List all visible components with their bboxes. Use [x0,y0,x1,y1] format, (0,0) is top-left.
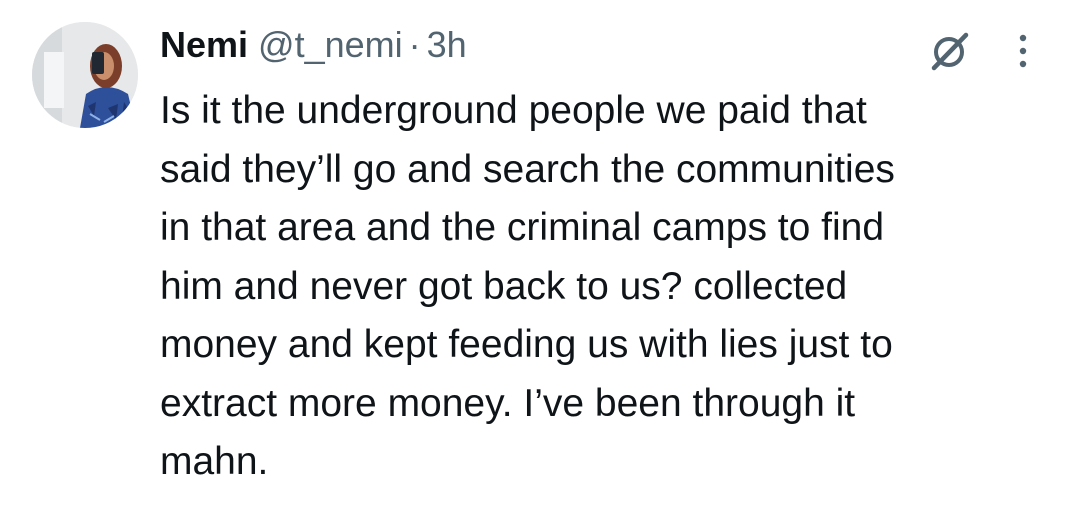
author-name[interactable]: Nemi [160,24,248,66]
tweet-header: Nemi @t_nemi · 3h [160,24,467,74]
tweet-text-line: in that area and the criminal camps to f… [160,206,885,249]
separator-dot: · [408,24,421,65]
tweet-text-line: mahn. [160,440,269,483]
tweet-text: Is it the underground people we paid tha… [160,82,1060,492]
avatar-photo [32,22,138,128]
more-options-icon[interactable] [1008,28,1038,74]
tweet-text-line: extract more money. I’ve been through it [160,381,856,425]
tweet-text-line: money and kept feeding us with lies just… [160,323,893,366]
timestamp[interactable]: 3h [427,24,467,66]
tweet-text-line: Is it the underground people we paid tha… [160,89,867,132]
avatar[interactable] [32,22,138,128]
grok-icon[interactable] [926,28,972,74]
author-handle[interactable]: @t_nemi [258,24,403,66]
tweet-text-line: him and never got back to us? collected [160,264,848,308]
tweet-text-line: said they’ll go and search the communiti… [160,147,895,191]
tweet[interactable]: Nemi @t_nemi · 3h Is it the underground … [0,0,1080,506]
